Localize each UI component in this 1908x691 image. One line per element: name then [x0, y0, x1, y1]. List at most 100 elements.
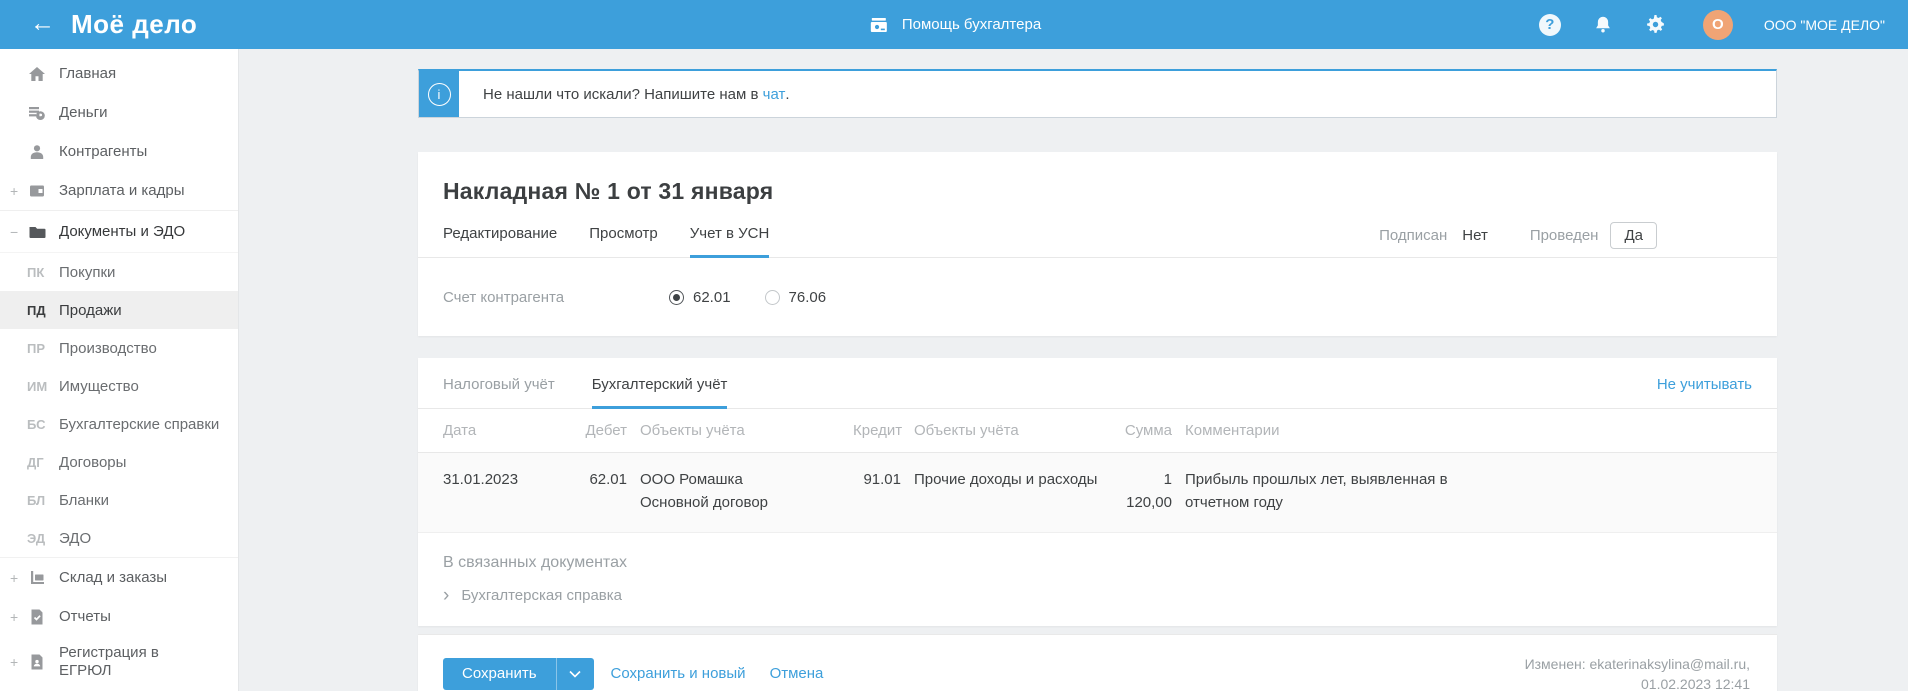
sidebar-subitem-proizvodstvo[interactable]: ПР Производство [0, 329, 238, 367]
sidebar-item-zarplata[interactable]: + Зарплата и кадры [0, 171, 238, 210]
sidebar-item-sklad[interactable]: + Склад и заказы [0, 557, 238, 597]
sidebar-item-glavnaya[interactable]: Главная [0, 54, 238, 93]
app-logo[interactable]: Моё дело [71, 9, 197, 40]
sidebar-subitem-dogovory[interactable]: ДГ Договоры [0, 443, 238, 481]
cell-comment: Прибыль прошлых лет, выявленная в отчетн… [1185, 471, 1448, 511]
page-title: Накладная № 1 от 31 января [443, 178, 774, 204]
cell-debit: 62.01 [589, 471, 627, 488]
user-avatar[interactable]: O [1702, 9, 1733, 40]
sidebar-subitem-edo[interactable]: ЭД ЭДО [0, 519, 238, 557]
info-banner: i Не нашли что искали? Напишите нам в ча… [418, 69, 1777, 118]
info-icon: i [427, 82, 451, 106]
registration-doc-icon [27, 653, 47, 671]
cell-credit-objects: Прочие доходы и расходы [914, 471, 1098, 488]
sidebar-item-label: Договоры [59, 453, 127, 471]
radio-label: 76.06 [788, 288, 827, 306]
cell-credit: 91.01 [863, 471, 901, 488]
sidebar-item-label: Главная [59, 64, 117, 82]
chevron-down-icon [569, 670, 581, 678]
document-card: Накладная № 1 от 31 января Редактировани… [418, 152, 1777, 336]
linked-doc-buhgalterskaya-spravka[interactable]: › Бухгалтерская справка [443, 584, 1752, 606]
expander-plus-icon[interactable]: + [10, 183, 27, 199]
radio-selected-icon[interactable] [669, 289, 684, 305]
main-content: i Не нашли что искали? Напишите нам в ча… [238, 49, 1908, 691]
cell-debit-objects: ООО Ромашка Основной договор [640, 468, 840, 514]
save-dropdown-button[interactable] [555, 657, 594, 690]
posted-value-chip[interactable]: Да [1610, 222, 1657, 249]
table-row[interactable]: 31.01.2023 62.01 ООО Ромашка Основной до… [418, 453, 1777, 533]
linked-doc-label: Бухгалтерская справка [461, 587, 622, 604]
document-header: Накладная № 1 от 31 января [418, 152, 1777, 205]
footer-links: Сохранить и новый Отмена [611, 665, 824, 682]
sidebar-subitem-prodazhi[interactable]: ПД Продажи [0, 291, 238, 329]
sidebar-item-label: Склад и заказы [59, 568, 168, 586]
sidebar-item-registraciya-egrul[interactable]: + Регистрация в ЕГРЮЛ [0, 636, 238, 688]
modified-info: Изменен: ekaterinaksylina@mail.ru, 01.02… [1525, 654, 1752, 691]
chevron-right-icon: › [443, 584, 450, 606]
sidebar-item-label: Бланки [59, 491, 109, 509]
settings-gear-icon[interactable] [1644, 13, 1668, 37]
person-icon [27, 143, 47, 161]
tab-buhgalterskiy-uchet[interactable]: Бухгалтерский учёт [591, 372, 727, 409]
sidebar-item-dengi[interactable]: Деньги [0, 93, 238, 132]
back-arrow-icon[interactable]: ← [30, 11, 55, 36]
page: { "icons": { "back": "←", "help": "?", "… [0, 0, 1908, 691]
notifications-bell-icon[interactable] [1591, 13, 1615, 37]
modified-by: Изменен: ekaterinaksylina@mail.ru, [1524, 655, 1750, 672]
sidebar-item-label: Продажи [59, 301, 122, 319]
subitem-code: ПР [27, 340, 46, 356]
signed-value: Нет [1462, 227, 1488, 244]
question-mark-glyph: ? [1538, 13, 1561, 36]
save-split-button[interactable]: Сохранить [443, 657, 594, 690]
counterparty-account-row: Счет контрагента 62.01 76.06 [418, 258, 1777, 336]
folder-icon [27, 223, 47, 241]
tab-prosmotr[interactable]: Просмотр [589, 221, 658, 257]
sidebar-subitem-buh-spravki[interactable]: БС Бухгалтерские справки [0, 405, 238, 443]
sidebar-item-label: Отчеты [59, 607, 111, 625]
radio-option-6201[interactable]: 62.01 [669, 289, 731, 306]
table-header-row: Дата Дебет Объекты учёта Кредит Объекты … [418, 409, 1777, 453]
sidebar-item-kontragenty[interactable]: Контрагенты [0, 132, 238, 171]
footer-bar: Сохранить Сохранить и новый Отмена Измен… [418, 634, 1777, 691]
account-radio-group: 62.01 76.06 [669, 289, 826, 306]
debit-object-contract: Основной договор [640, 494, 768, 511]
home-icon [27, 65, 47, 83]
expander-plus-icon[interactable]: + [10, 609, 27, 625]
sidebar-subitem-blanki[interactable]: БЛ Бланки [0, 481, 238, 519]
save-and-new-link[interactable]: Сохранить и новый [611, 665, 746, 682]
col-header-date: Дата [443, 422, 477, 439]
expander-plus-icon[interactable]: + [10, 570, 27, 586]
accountant-help-button[interactable]: Помощь бухгалтера [867, 0, 1041, 49]
sidebar-item-otchety[interactable]: + Отчеты [0, 597, 238, 636]
tab-uchet-v-usn[interactable]: Учет в УСН [689, 221, 769, 258]
cancel-link[interactable]: Отмена [770, 665, 824, 682]
sidebar-item-label: ЭДО [59, 529, 92, 547]
subitem-code: ЭД [27, 530, 46, 546]
expander-minus-icon[interactable]: − [10, 224, 27, 240]
save-button[interactable]: Сохранить [443, 658, 556, 690]
radio-unselected-icon[interactable] [764, 289, 780, 305]
modified-at: 01.02.2023 12:41 [1641, 675, 1750, 691]
radio-label: 62.01 [693, 288, 731, 306]
col-header-credit: Кредит [853, 422, 903, 439]
chat-link[interactable]: чат [763, 86, 786, 103]
sidebar-item-label: Документы и ЭДО [59, 222, 186, 240]
tab-nalogovyy-uchet[interactable]: Налоговый учёт [443, 372, 555, 408]
company-name[interactable]: ООО "МОЕ ДЕЛО" [1764, 17, 1885, 33]
sidebar-subitem-imushchestvo[interactable]: ИМ Имущество [0, 367, 238, 405]
help-icon[interactable]: ? [1538, 13, 1562, 37]
sidebar-subitem-pokupki[interactable]: ПК Покупки [0, 253, 238, 291]
cell-date: 31.01.2023 [443, 471, 519, 488]
tab-redaktirovanie[interactable]: Редактирование [443, 221, 557, 257]
expander-plus-icon[interactable]: + [10, 654, 27, 670]
subitem-code: БЛ [27, 492, 46, 508]
money-icon [27, 104, 47, 122]
col-header-amount: Сумма [1124, 422, 1172, 439]
ignore-link[interactable]: Не учитывать [1657, 376, 1752, 393]
banner-text: Не нашли что искали? Напишите нам в чат … [459, 71, 790, 117]
subitem-code: БС [27, 416, 46, 432]
sidebar-item-dokumenty-edo[interactable]: − Документы и ЭДО [0, 210, 238, 253]
sidebar-item-label: Производство [59, 339, 157, 357]
radio-option-7606[interactable]: 76.06 [764, 288, 827, 306]
sidebar-item-label: Регистрация в ЕГРЮЛ [59, 644, 159, 679]
